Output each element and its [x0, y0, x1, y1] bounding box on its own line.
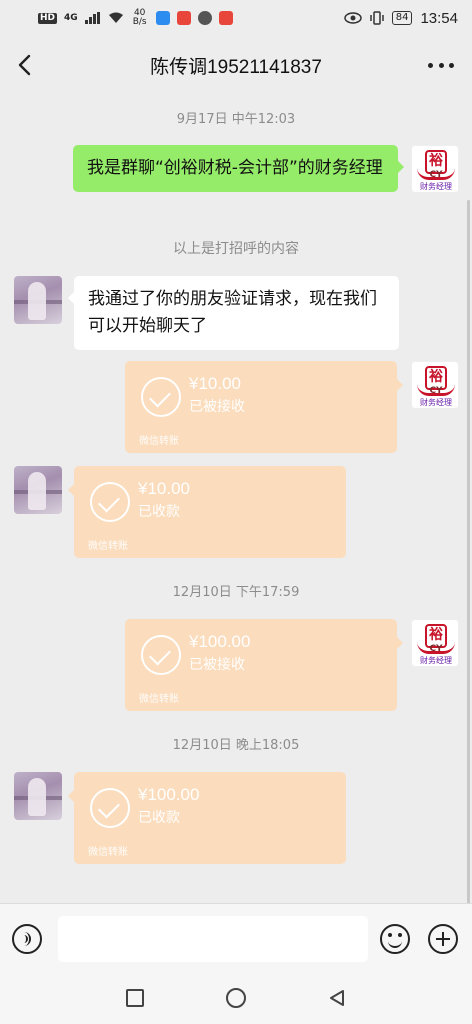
more-options-icon[interactable]: [428, 54, 454, 76]
greeting-message-text: 我是群聊“创裕财税-会计部”的财务经理: [87, 158, 383, 178]
browser-app-icon: [155, 11, 170, 25]
check-circle-icon: [141, 635, 181, 675]
check-circle-icon: [141, 377, 181, 417]
transfer-status: 已被接收: [189, 399, 245, 415]
status-bar: HD 4G 40 B/s 84 13:54: [0, 0, 472, 36]
signal-icon: [84, 12, 100, 24]
greeting-message-bubble[interactable]: 我是群聊“创裕财税-会计部”的财务经理: [73, 145, 404, 192]
timestamp: 12月10日 晚上18:05: [172, 738, 300, 753]
transfer-status: 已被接收: [189, 657, 245, 673]
transfer-card[interactable]: ¥10.00 已收款 微信转账: [68, 466, 346, 558]
network-speed: 40 B/s: [131, 9, 149, 27]
network-type: 4G: [64, 13, 78, 23]
org-avatar[interactable]: 裕 CY 财务经理: [411, 145, 459, 193]
check-circle-icon: [90, 482, 130, 522]
contact-avatar[interactable]: [14, 466, 62, 514]
transfer-label: 微信转账: [139, 436, 179, 447]
chat-header: 陈传调19521141837: [0, 36, 472, 94]
org-logo-name: 财务经理: [420, 398, 452, 407]
hd-badge: HD: [38, 12, 58, 24]
chat-title: 陈传调19521141837: [150, 56, 322, 78]
friend-added-message-text: 我通过了你的朋友验证请求，现在我们可以开始聊天了: [88, 289, 377, 336]
contact-avatar[interactable]: [14, 276, 62, 324]
friend-added-message-bubble[interactable]: 我通过了你的朋友验证请求，现在我们可以开始聊天了: [68, 276, 399, 350]
message-input[interactable]: [58, 916, 368, 962]
transfer-status: 已收款: [138, 504, 180, 520]
transfer-card[interactable]: ¥100.00 已被接收 微信转账: [125, 619, 403, 711]
status-right: 84 13:54: [343, 9, 458, 27]
home-icon[interactable]: [226, 988, 246, 1008]
more-functions-plus-icon[interactable]: [428, 924, 458, 954]
org-logo-name: 财务经理: [420, 656, 452, 665]
check-circle-icon: [90, 788, 130, 828]
timestamp: 12月10日 下午17:59: [172, 585, 300, 600]
org-logo-initials: CY: [429, 170, 443, 180]
transfer-amount: ¥10.00: [189, 374, 241, 393]
recent-apps-icon[interactable]: [126, 989, 144, 1007]
status-left: HD 4G 40 B/s: [38, 9, 233, 27]
org-avatar[interactable]: 裕 CY 财务经理: [411, 361, 459, 409]
transfer-status: 已收款: [138, 810, 180, 826]
nav-back-icon[interactable]: [328, 989, 346, 1007]
transfer-amount: ¥100.00: [138, 785, 200, 804]
transfer-label: 微信转账: [88, 847, 128, 858]
timestamp: 9月17日 中午12:03: [176, 112, 296, 127]
compass-app-icon: [176, 11, 191, 25]
transfer-label: 微信转账: [88, 541, 128, 552]
battery-indicator: 84: [391, 11, 413, 25]
compass-app-icon-2: [218, 11, 233, 25]
message-input-bar: [0, 903, 472, 973]
contact-avatar[interactable]: [14, 772, 62, 820]
transfer-amount: ¥100.00: [189, 632, 251, 651]
back-arrow-icon[interactable]: [12, 50, 38, 80]
wifi-icon: [108, 12, 123, 23]
system-nav-bar: [0, 973, 472, 1024]
clock: 13:54: [420, 9, 458, 27]
vibrate-icon: [369, 11, 384, 25]
org-logo-initials: CY: [429, 386, 443, 396]
message-app-icon: [197, 11, 212, 25]
speed-unit: B/s: [132, 17, 147, 27]
org-logo-name: 财务经理: [420, 182, 452, 191]
transfer-label: 微信转账: [139, 694, 179, 705]
emoji-icon[interactable]: [380, 924, 410, 954]
transfer-card[interactable]: ¥10.00 已被接收 微信转账: [125, 361, 403, 453]
org-logo-initials: CY: [429, 644, 443, 654]
eye-icon: [343, 12, 362, 24]
scrollbar[interactable]: [467, 200, 470, 910]
transfer-amount: ¥10.00: [138, 479, 190, 498]
transfer-card[interactable]: ¥100.00 已收款 微信转账: [68, 772, 346, 864]
org-avatar[interactable]: 裕 CY 财务经理: [411, 619, 459, 667]
voice-input-icon[interactable]: [12, 924, 42, 954]
greeting-system-note: 以上是打招呼的内容: [173, 241, 299, 257]
